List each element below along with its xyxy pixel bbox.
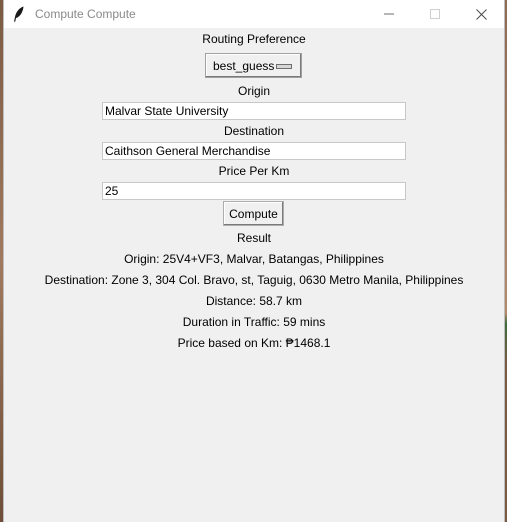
minimize-button[interactable] <box>366 0 412 28</box>
routing-preference-label: Routing Preference <box>202 32 306 46</box>
result-origin: Origin: 25V4+VF3, Malvar, Batangas, Phil… <box>124 252 384 266</box>
origin-input[interactable] <box>102 102 406 120</box>
destination-label: Destination <box>223 124 285 138</box>
feather-icon <box>14 6 24 22</box>
main-content: Routing Preference best_guess Origin Des… <box>4 28 504 522</box>
title-bar[interactable]: Compute Compute <box>4 0 504 28</box>
close-icon <box>475 8 487 20</box>
price-per-km-label: Price Per Km <box>218 164 290 178</box>
app-window: Compute Compute Routing Preference best_… <box>4 0 504 522</box>
maximize-button[interactable] <box>412 0 458 28</box>
origin-label: Origin <box>237 84 270 98</box>
compute-button[interactable]: Compute <box>223 201 284 226</box>
result-price: Price based on Km: ₱1468.1 <box>177 336 331 350</box>
result-destination: Destination: Zone 3, 304 Col. Bravo, st,… <box>44 273 464 287</box>
routing-preference-select[interactable]: best_guess <box>205 53 302 78</box>
maximize-icon <box>430 9 440 19</box>
option-menu-indicator-icon <box>276 64 292 69</box>
routing-preference-value: best_guess <box>213 58 275 73</box>
result-duration: Duration in Traffic: 59 mins <box>182 315 326 329</box>
minimize-icon <box>384 13 394 15</box>
destination-input[interactable] <box>102 142 406 160</box>
window-title: Compute Compute <box>35 7 136 21</box>
close-button[interactable] <box>458 0 504 28</box>
result-label: Result <box>236 231 271 245</box>
price-per-km-input[interactable] <box>102 182 406 200</box>
window-controls <box>366 0 504 28</box>
result-distance: Distance: 58.7 km <box>205 294 303 308</box>
